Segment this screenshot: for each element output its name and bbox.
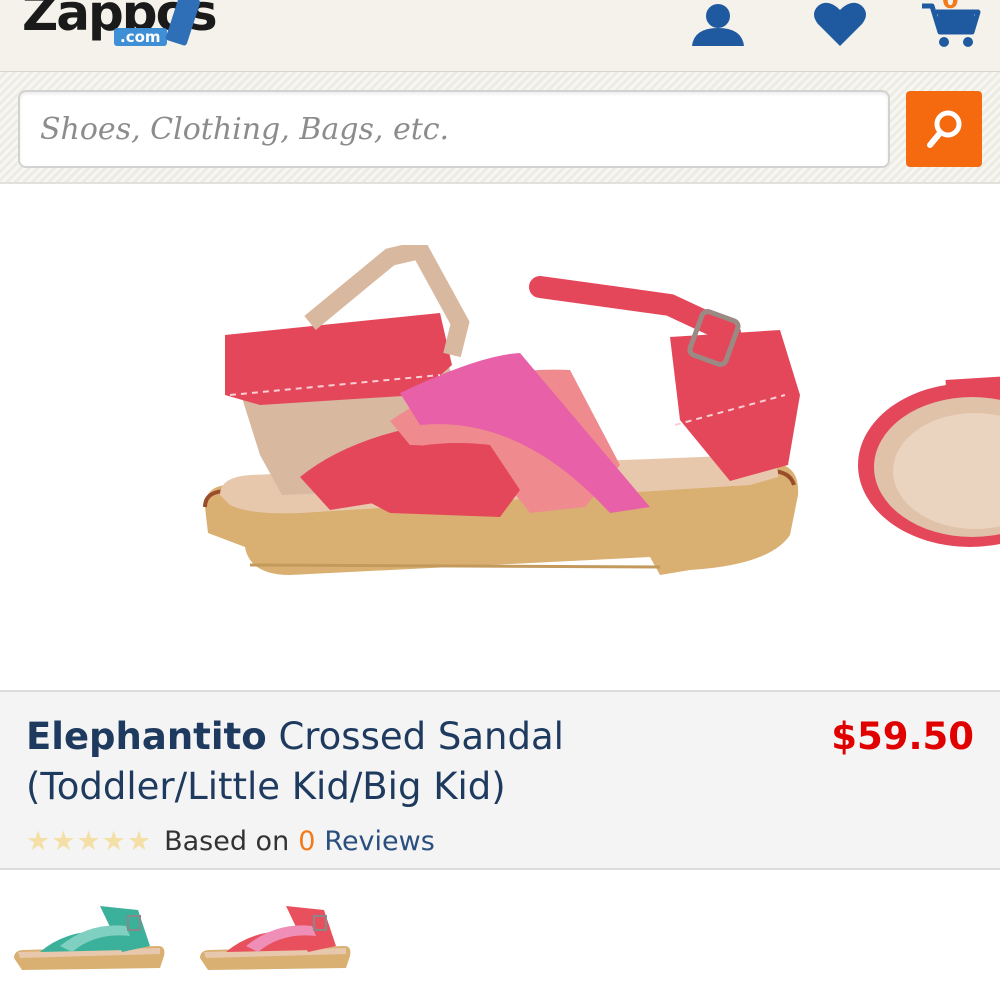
product-info: Elephantito Crossed Sandal (Toddler/Litt… [0,690,1000,870]
search-icon [927,110,962,148]
rating-prefix: Based on [164,825,290,857]
rating-row: ★ ★ ★ ★ ★ Based on 0 Reviews [26,824,435,858]
product-image-carousel[interactable] [0,185,1000,690]
product-brand[interactable]: Elephantito [26,715,267,758]
user-icon[interactable] [688,0,748,48]
reviews-link[interactable]: Reviews [324,826,434,857]
cart-count-badge: 0 [942,0,959,14]
product-title: Elephantito Crossed Sandal (Toddler/Litt… [26,712,806,812]
search-input[interactable] [18,90,890,168]
color-swatch-teal[interactable] [10,896,170,976]
color-swatch-coral[interactable] [196,896,356,976]
search-button[interactable] [906,91,982,167]
star-icon: ★ [76,825,101,857]
product-image-next[interactable] [850,375,1000,575]
heart-icon[interactable] [812,0,868,48]
rating-stars: ★ ★ ★ ★ ★ [26,828,152,855]
color-swatches [0,872,1000,1000]
product-price: $59.50 [831,715,974,758]
star-icon: ★ [26,825,51,857]
star-icon: ★ [51,825,76,857]
product-image-main[interactable] [190,245,820,615]
star-icon: ★ [126,825,152,857]
review-count: 0 [298,825,316,857]
site-header: Zappos .com 0 [0,0,1000,72]
logo-suffix: .com [114,28,167,46]
search-bar [0,72,1000,184]
star-icon: ★ [101,825,126,857]
